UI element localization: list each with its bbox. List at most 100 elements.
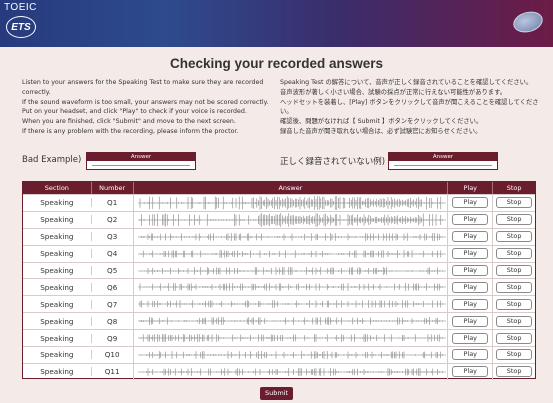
bad-example-ja-box: Answer (388, 152, 498, 170)
play-button[interactable]: Play (452, 248, 489, 260)
submit-button[interactable]: Submit (260, 387, 293, 400)
play-button[interactable]: Play (452, 349, 489, 361)
bad-example-header: Answer (87, 153, 195, 161)
waveform (137, 232, 446, 241)
table-row: Speaking Q8 Play Stop (23, 312, 535, 330)
table-body: Speaking Q1 Play Stop Speaking Q2 Play Stop Spea… (23, 194, 535, 380)
play-button[interactable]: Play (452, 265, 489, 276)
answer-cell (132, 262, 448, 279)
bad-example-ja-header: Answer (389, 153, 497, 161)
stop-button[interactable]: Stop (496, 248, 533, 260)
instruction-line: 確認後、問題がなければ【 Submit 】ボタンをクリックしてください。 (280, 118, 483, 126)
waveform (137, 367, 446, 376)
number-cell: Q7 (90, 299, 133, 309)
instruction-line: If the sound waveform is too small, your… (22, 98, 269, 106)
number-cell: Q4 (90, 249, 133, 259)
waveform (137, 351, 446, 360)
waveform (137, 266, 446, 275)
stop-button[interactable]: Stop (496, 298, 533, 310)
waveform (137, 196, 446, 210)
play-button[interactable]: Play (452, 332, 489, 344)
stop-button[interactable]: Stop (496, 197, 533, 209)
instruction-line: Listen to your answers for the Speaking … (22, 79, 264, 96)
answer-cell (132, 347, 448, 363)
header-number: Number (90, 182, 133, 194)
answer-cell (132, 211, 448, 228)
waveform (137, 212, 446, 227)
instruction-line: 録音した音声が聞き取れない場合は、必ず試験官にお知らせください。 (280, 127, 482, 135)
page-title: Checking your recorded answers (169, 56, 384, 71)
stop-button[interactable]: Stop (496, 315, 533, 327)
brand: TOEIC (4, 2, 37, 13)
section-cell: Speaking (40, 215, 74, 225)
instruction-line: Speaking Test の解答について、音声が正しく録音されていることを確認… (280, 79, 533, 86)
answer-cell (132, 330, 448, 347)
table-row: Speaking Q7 Play Stop (23, 295, 535, 313)
header-bar: TOEIC ETS (0, 0, 553, 47)
number-cell: Q3 (90, 232, 133, 242)
stop-button[interactable]: Stop (496, 349, 533, 361)
bad-example-label: Bad Example) (22, 155, 82, 165)
number-cell: Q6 (90, 282, 133, 292)
instruction-line: 音声波形が著しく小さい場合、試験の採点が正常に行えない可能性があります。 (280, 88, 507, 96)
waveform (137, 334, 446, 343)
play-button[interactable]: Play (452, 197, 489, 209)
stop-button[interactable]: Stop (496, 231, 533, 243)
answer-cell (132, 195, 448, 211)
table-row: Speaking Q3 Play Stop (23, 227, 535, 245)
badge-icon (510, 8, 546, 36)
answer-cell (132, 296, 448, 313)
play-button[interactable]: Play (452, 231, 489, 243)
waveform (137, 317, 446, 326)
table-row: Speaking Q2 Play Stop (23, 210, 535, 228)
table-row: Speaking Q11 Play Stop (23, 362, 535, 380)
table-row: Speaking Q4 Play Stop (23, 244, 535, 262)
header-stop: Stop (492, 182, 535, 194)
flat-waveform (92, 165, 190, 166)
header-section: Section (44, 184, 69, 192)
number-cell: Q11 (90, 367, 133, 377)
stop-button[interactable]: Stop (496, 366, 533, 378)
instructions-ja: Speaking Test の解答について、音声が正しく録音されていることを確認… (280, 78, 545, 137)
play-button[interactable]: Play (452, 315, 489, 327)
play-button[interactable]: Play (452, 281, 489, 293)
answer-cell (132, 363, 448, 380)
stop-button[interactable]: Stop (496, 214, 533, 226)
section-cell: Speaking (40, 350, 74, 360)
answer-cell (132, 313, 448, 330)
play-button[interactable]: Play (452, 366, 489, 378)
number-cell: Q5 (90, 266, 133, 275)
bad-example-box: Answer (86, 152, 196, 170)
section-cell: Speaking (40, 333, 74, 343)
section-cell: Speaking (40, 282, 74, 292)
stop-button[interactable]: Stop (496, 265, 533, 276)
table-row: Speaking Q5 Play Stop (23, 261, 535, 279)
header-answer: Answer (132, 182, 448, 194)
instruction-line: When you are finished, click "Submit" an… (22, 118, 236, 126)
number-cell: Q1 (90, 198, 133, 208)
instruction-line: ヘッドセットを装着し、[Play] ボタンをクリックして音声が聞こえることを確認… (280, 98, 539, 116)
table-row: Speaking Q9 Play Stop (23, 329, 535, 347)
table-row: Speaking Q10 Play Stop (23, 346, 535, 363)
stop-button[interactable]: Stop (496, 332, 533, 344)
section-cell: Speaking (40, 232, 74, 242)
answer-cell (132, 228, 448, 245)
section-cell: Speaking (40, 198, 74, 208)
table-header: Section Number Answer Play Stop (23, 182, 535, 194)
play-button[interactable]: Play (452, 214, 489, 226)
stop-button[interactable]: Stop (496, 281, 533, 293)
number-cell: Q10 (90, 350, 133, 360)
instruction-line: Put on your headset, and click "Play" to… (22, 108, 247, 116)
waveform (137, 249, 446, 258)
flat-waveform (394, 165, 492, 166)
ets-logo: ETS (6, 16, 36, 38)
waveform (137, 300, 446, 309)
number-cell: Q8 (90, 316, 133, 326)
number-cell: Q2 (90, 215, 133, 225)
header-play: Play (447, 182, 492, 194)
section-cell: Speaking (40, 316, 74, 326)
number-cell: Q9 (90, 333, 133, 343)
section-cell: Speaking (40, 266, 74, 275)
play-button[interactable]: Play (452, 298, 489, 310)
section-cell: Speaking (40, 249, 74, 259)
